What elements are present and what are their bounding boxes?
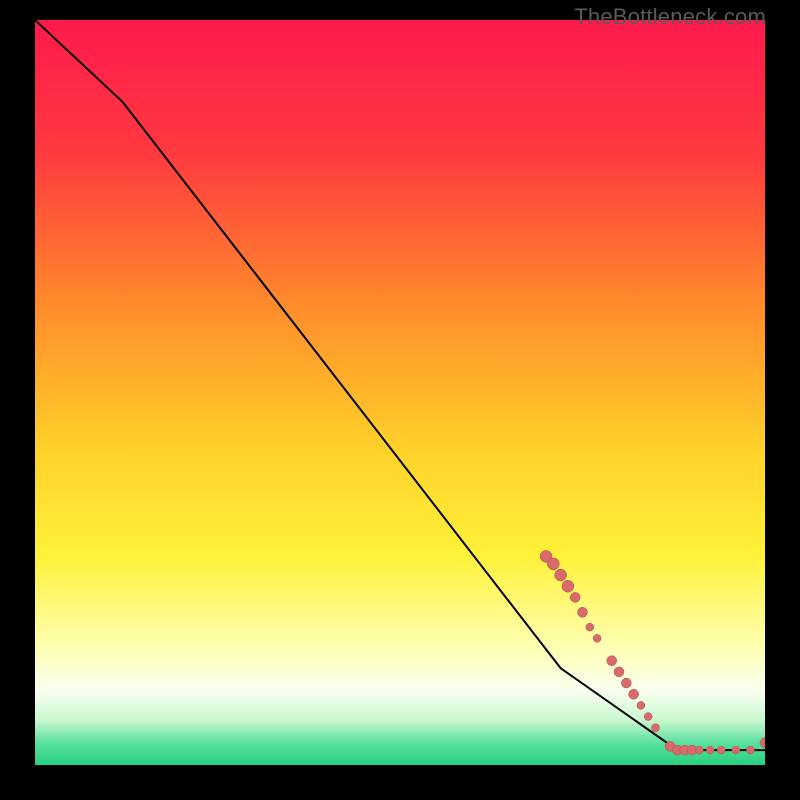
data-point [732,746,740,754]
data-point [746,746,754,754]
data-point [695,746,703,754]
data-point [760,738,765,748]
data-point [578,607,588,617]
plot-area [35,20,765,765]
data-point [586,623,594,631]
data-point [570,592,580,602]
data-point [717,746,725,754]
data-point [555,569,567,581]
watermark-text: TheBottleneck.com [574,4,766,30]
data-point [621,678,631,688]
bottleneck-curve [35,20,765,750]
data-point [652,724,660,732]
data-point [637,701,645,709]
data-point [614,667,624,677]
data-point [644,713,652,721]
data-point [547,558,559,570]
data-point [562,580,574,592]
chart-svg [35,20,765,765]
data-point [593,634,601,642]
scatter-dots [540,550,765,755]
data-point [607,656,617,666]
data-point [629,689,639,699]
data-point [706,746,714,754]
chart-stage: TheBottleneck.com [0,0,800,800]
